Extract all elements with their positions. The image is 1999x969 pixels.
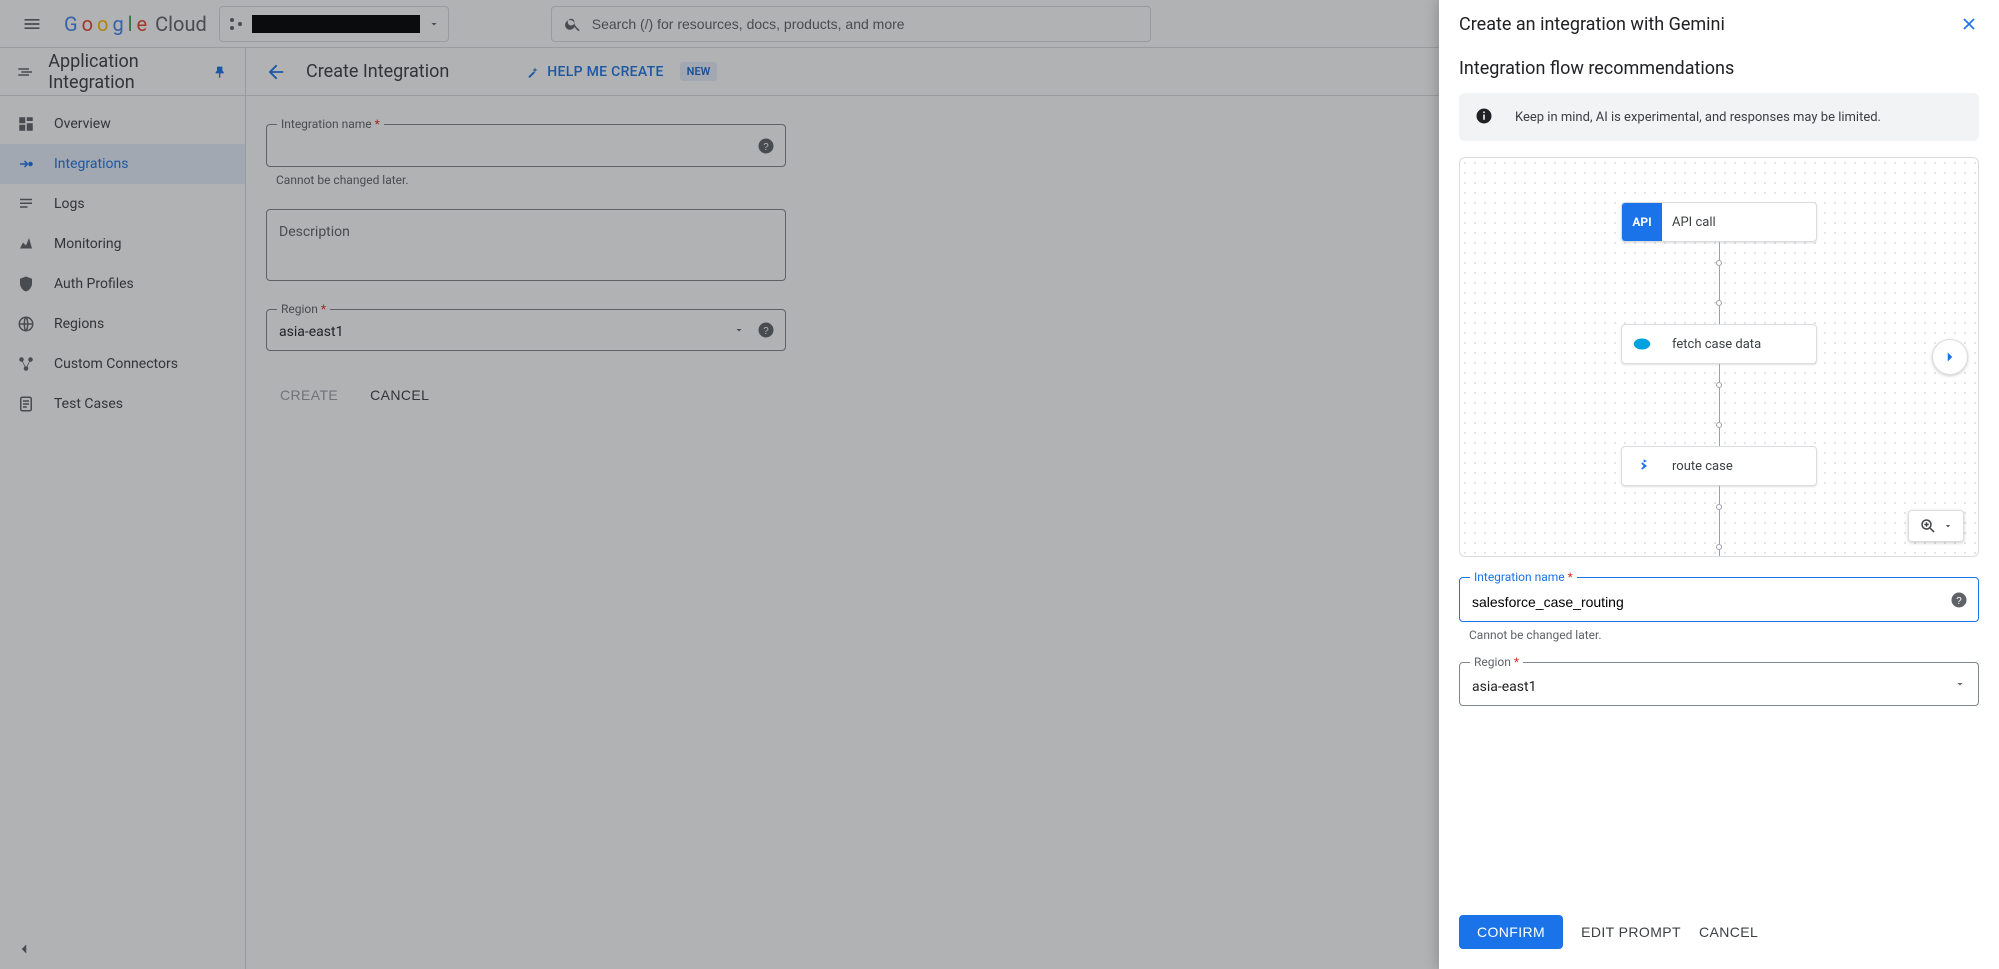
salesforce-icon bbox=[1622, 333, 1662, 355]
panel-integration-name-field[interactable]: Integration name * ? bbox=[1459, 577, 1979, 622]
panel-footer: CONFIRM EDIT PROMPT CANCEL bbox=[1439, 901, 1999, 969]
gemini-panel: Create an integration with Gemini Integr… bbox=[1439, 0, 1999, 969]
panel-name-helper: Cannot be changed later. bbox=[1469, 628, 1979, 642]
panel-region-value: asia-east1 bbox=[1472, 679, 1966, 695]
next-suggestion-button[interactable] bbox=[1932, 339, 1968, 375]
zoom-control[interactable] bbox=[1908, 510, 1964, 542]
node-label: fetch case data bbox=[1672, 337, 1761, 352]
field-label: Integration name bbox=[1474, 570, 1565, 584]
help-icon[interactable]: ? bbox=[1950, 591, 1968, 609]
panel-title: Create an integration with Gemini bbox=[1459, 14, 1725, 35]
chevron-down-icon bbox=[1954, 678, 1966, 690]
node-label: route case bbox=[1672, 459, 1733, 474]
panel-header: Create an integration with Gemini bbox=[1439, 0, 1999, 48]
panel-cancel-button[interactable]: CANCEL bbox=[1699, 924, 1758, 940]
close-icon bbox=[1959, 14, 1979, 34]
flow-node-route[interactable]: route case bbox=[1621, 446, 1817, 486]
route-icon bbox=[1622, 456, 1662, 476]
flow-node-fetch[interactable]: fetch case data bbox=[1621, 324, 1817, 364]
info-icon bbox=[1475, 107, 1495, 127]
svg-text:?: ? bbox=[1956, 595, 1962, 606]
panel-integration-name-input[interactable] bbox=[1472, 594, 1966, 610]
flow-node-api-call[interactable]: API API call bbox=[1621, 202, 1817, 242]
edit-prompt-button[interactable]: EDIT PROMPT bbox=[1581, 924, 1681, 940]
panel-subtitle: Integration flow recommendations bbox=[1459, 58, 1979, 79]
panel-region-field[interactable]: Region * asia-east1 bbox=[1459, 662, 1979, 706]
chevron-right-icon bbox=[1941, 348, 1959, 366]
confirm-button[interactable]: CONFIRM bbox=[1459, 915, 1563, 949]
node-label: API call bbox=[1672, 215, 1716, 230]
flow-preview-canvas: API API call fetch case data route case bbox=[1459, 157, 1979, 557]
chevron-down-icon bbox=[1943, 521, 1953, 531]
zoom-in-icon bbox=[1919, 517, 1937, 535]
banner-text: Keep in mind, AI is experimental, and re… bbox=[1515, 110, 1881, 125]
ai-disclaimer-banner: Keep in mind, AI is experimental, and re… bbox=[1459, 93, 1979, 141]
panel-close-button[interactable] bbox=[1959, 14, 1979, 34]
field-label: Region bbox=[1474, 655, 1511, 669]
api-chip-icon: API bbox=[1622, 202, 1662, 242]
